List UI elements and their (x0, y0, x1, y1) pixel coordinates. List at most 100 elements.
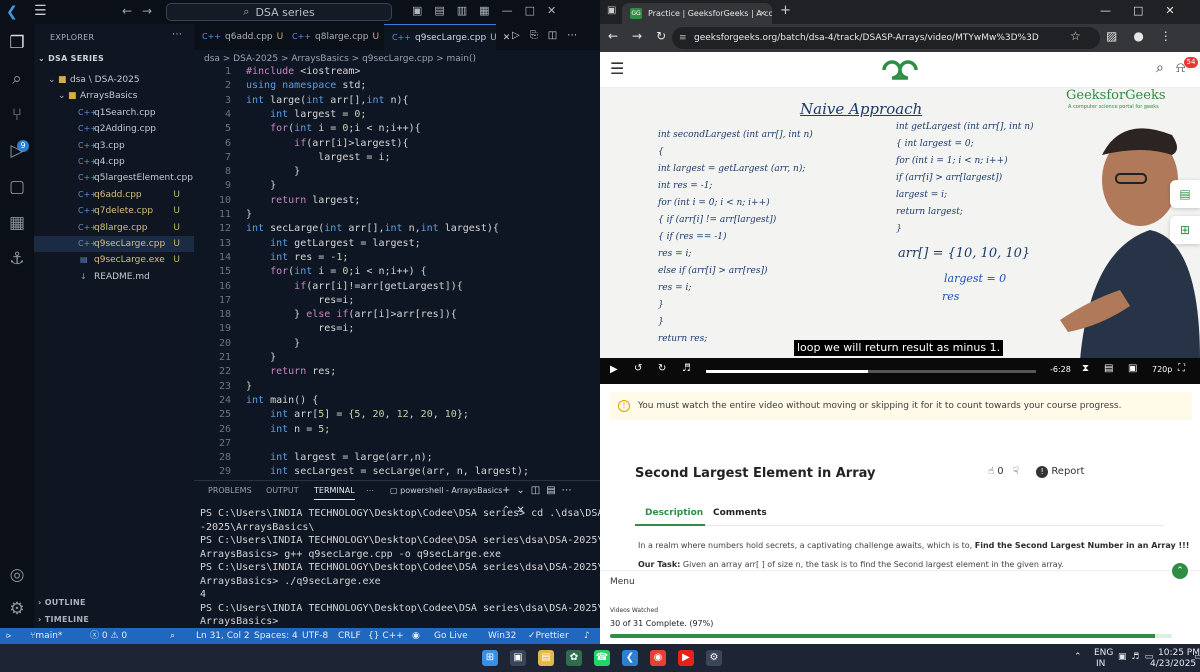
dislike-icon[interactable]: ☟ (1013, 466, 1019, 477)
tree-item[interactable]: C++ q7delete.cpp U (34, 203, 194, 219)
more-icon[interactable]: ⋯ (366, 481, 374, 501)
breadcrumb[interactable]: dsa > DSA-2025 > ArraysBasics > q9secLar… (194, 52, 600, 66)
cursor-position[interactable]: Ln 31, Col 2 (196, 628, 250, 644)
problems-status[interactable]: ⓧ 0 ⚠ 0 (90, 628, 127, 644)
close-tab-icon[interactable]: ✕ (759, 3, 766, 24)
code-line[interactable]: int getLargest = largest; (246, 238, 421, 249)
code-line[interactable]: } else if(arr[i]>arr[res]){ (246, 309, 457, 320)
start-icon[interactable]: ⊞ (482, 650, 498, 666)
tab-q6add[interactable]: C++ q6add.cpp U (194, 24, 284, 50)
platform[interactable]: Win32 (488, 628, 516, 644)
tab-search-icon[interactable]: ▣ (607, 5, 616, 16)
browser-tab[interactable]: GG Practice | GeeksforGeeks | A com ✕ (622, 3, 772, 24)
code-line[interactable]: } (246, 209, 252, 220)
code-line[interactable]: } (246, 381, 252, 392)
notifications-icon[interactable]: ▭ (1194, 652, 1200, 662)
code-editor[interactable]: 1 #include <iostream> 2 using namespace std… (194, 66, 600, 476)
terminal-instance[interactable]: ▢ powershell - ArraysBasics (390, 481, 502, 501)
line-endings[interactable]: CRLF (338, 628, 361, 644)
run-debug-icon[interactable]: ▷ (6, 140, 28, 162)
code-line[interactable]: #include <iostream> (246, 66, 360, 77)
tree-item[interactable]: ⌄ ■ dsa \ DSA-2025 (34, 72, 194, 88)
nav-back-forward-icons[interactable]: ←→ (122, 4, 162, 18)
window-layout-controls[interactable]: ▣▤▥▦—□✕ (412, 4, 568, 17)
code-line[interactable]: using namespace std; (246, 80, 366, 91)
tab-output[interactable]: OUTPUT (266, 481, 299, 501)
code-line[interactable]: largest = i; (246, 152, 390, 163)
remote-explorer-icon[interactable]: ▢ (6, 176, 28, 198)
new-tab-button[interactable]: + (780, 3, 791, 18)
rewind-icon[interactable]: ↺ (634, 363, 642, 374)
settings-icon[interactable]: ⚙ (706, 650, 722, 666)
code-line[interactable]: int secLarge(int arr[],int n,int largest… (246, 223, 499, 234)
speed-icon[interactable]: ⧗ (1082, 363, 1089, 374)
menu-label[interactable]: Menu (610, 577, 635, 587)
task-view-icon[interactable]: ▣ (510, 650, 526, 666)
chrome-icon[interactable]: ◉ (650, 650, 666, 666)
close-tab-icon[interactable]: ✕ (503, 33, 511, 43)
chat-icon[interactable]: ▤ (1170, 180, 1200, 208)
code-line[interactable]: res=i; (246, 323, 354, 334)
back-forward-reload-icons[interactable]: ←→↻ (608, 29, 680, 43)
code-line[interactable]: return res; (246, 366, 336, 377)
cc-icon[interactable]: ▣ (1128, 363, 1137, 374)
notifications-icon[interactable]: ♪ (584, 628, 590, 644)
zoom-icon[interactable]: ⌕ (170, 628, 175, 644)
tree-item[interactable]: C++ q4.cpp (34, 154, 194, 170)
like-icon[interactable]: ☝ (988, 466, 994, 477)
tab-q9secLarge[interactable]: C++ q9secLarge.cpp U ✕ (384, 24, 510, 50)
volume-icon[interactable]: ♬ (682, 363, 691, 374)
go-live-button[interactable]: Go Live (434, 628, 468, 644)
code-line[interactable]: res=i; (246, 295, 354, 306)
encoding[interactable]: UTF-8 (302, 628, 328, 644)
report-button[interactable]: Report (1051, 466, 1084, 477)
code-line[interactable]: for(int i = 0;i < n;i++) { (246, 266, 427, 277)
chatgpt-icon[interactable]: ✿ (566, 650, 582, 666)
timeline-section[interactable]: › TIMELINE (38, 615, 89, 624)
remote-icon[interactable]: ⪧ (6, 628, 11, 644)
address-bar[interactable]: ≡ geeksforgeeks.org/batch/dsa-4/track/DS… (672, 27, 1100, 49)
youtube-icon[interactable]: ▶ (678, 650, 694, 666)
tree-item[interactable]: C++ q3.cpp (34, 138, 194, 154)
language-mode[interactable]: {} C++ (368, 628, 404, 644)
site-info-icon[interactable]: ≡ (679, 27, 687, 49)
code-line[interactable]: int secLargest = secLarge(arr, n, larges… (246, 466, 529, 476)
report-icon[interactable]: ! (1036, 466, 1049, 478)
video-seekbar[interactable] (706, 370, 1036, 373)
more-actions-icon[interactable]: ⋯ (172, 29, 182, 40)
vscode-taskbar-icon[interactable]: ❮ (622, 650, 638, 666)
notes-icon[interactable]: ▤ (1104, 363, 1113, 374)
window-controls[interactable]: —□✕ (1100, 4, 1197, 17)
extension-profile-menu-icons[interactable]: ▨●⋮ (1106, 29, 1188, 43)
tree-item[interactable]: C++ q5largestElement.cpp (34, 170, 194, 186)
code-line[interactable]: int arr[5] = {5, 20, 12, 20, 10}; (246, 409, 469, 420)
code-line[interactable]: int res = -1; (246, 252, 348, 263)
extensions-icon[interactable]: ▦ (6, 212, 28, 234)
code-line[interactable]: int n = 5; (246, 424, 330, 435)
indentation[interactable]: Spaces: 4 (254, 628, 298, 644)
docker-icon[interactable]: ⚓ (6, 248, 28, 270)
explorer-icon[interactable]: ❐ (6, 32, 28, 54)
code-line[interactable]: } (246, 180, 276, 191)
terminal[interactable]: PS C:\Users\INDIA TECHNOLOGY\Desktop\Cod… (194, 500, 600, 628)
play-icon[interactable]: ▶ (610, 364, 618, 375)
bookmark-star-icon[interactable]: ☆ (1070, 29, 1081, 43)
forward-icon[interactable]: ↻ (658, 363, 666, 374)
code-line[interactable]: int largest = 0; (246, 109, 366, 120)
tree-item[interactable]: ⌄ ■ ArraysBasics (34, 88, 194, 104)
code-line[interactable]: int main() { (246, 395, 318, 406)
hamburger-menu-icon[interactable]: ☰ (34, 3, 47, 19)
account-icon[interactable]: ◎ (6, 564, 28, 586)
tree-item[interactable]: ▤ q9secLarge.exe U (34, 252, 194, 268)
code-line[interactable]: } (246, 352, 276, 363)
tree-item[interactable]: C++ q8large.cpp U (34, 220, 194, 236)
input-language[interactable]: ENG (1094, 648, 1113, 658)
code-line[interactable]: } (246, 338, 300, 349)
source-control-icon[interactable]: ⑂ (6, 104, 28, 126)
tree-item[interactable]: C++ q1Search.cpp (34, 105, 194, 121)
whatsapp-icon[interactable]: ☎ (594, 650, 610, 666)
tab-terminal[interactable]: TERMINAL (314, 483, 355, 500)
tree-item[interactable]: C++ q2Adding.cpp (34, 121, 194, 137)
workspace-title[interactable]: ⌄ DSA SERIES (38, 54, 104, 63)
outline-section[interactable]: › OUTLINE (38, 598, 86, 607)
